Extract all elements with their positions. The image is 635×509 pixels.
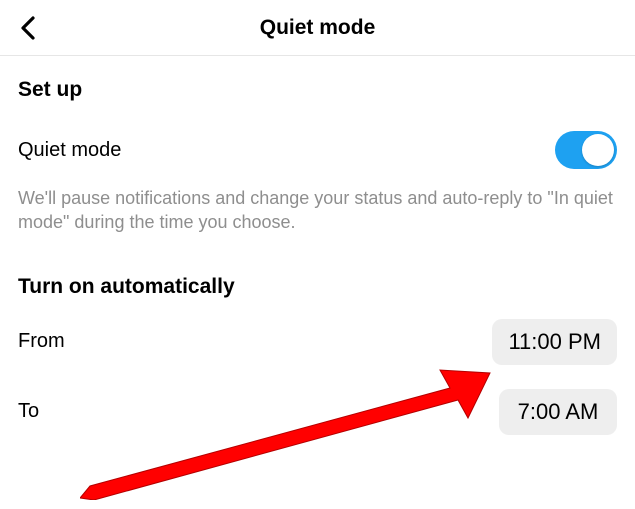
header: Quiet mode: [0, 0, 635, 56]
from-label: From: [18, 330, 65, 353]
chevron-left-icon: [19, 15, 37, 41]
toggle-knob: [582, 134, 614, 166]
quiet-mode-description: We'll pause notifications and change you…: [18, 186, 617, 235]
content: Set up Quiet mode We'll pause notificati…: [0, 56, 635, 435]
to-time-button[interactable]: 7:00 AM: [499, 389, 617, 435]
from-time-button[interactable]: 11:00 PM: [492, 319, 617, 365]
quiet-mode-row: Quiet mode: [18, 128, 617, 172]
quiet-mode-label: Quiet mode: [18, 139, 121, 162]
setup-heading: Set up: [18, 78, 617, 102]
quiet-mode-toggle[interactable]: [555, 131, 617, 169]
to-label: To: [18, 400, 39, 423]
from-row: From 11:00 PM: [18, 319, 617, 365]
to-row: To 7:00 AM: [18, 389, 617, 435]
back-button[interactable]: [14, 14, 42, 42]
auto-heading: Turn on automatically: [18, 275, 617, 299]
page-title: Quiet mode: [260, 16, 376, 40]
